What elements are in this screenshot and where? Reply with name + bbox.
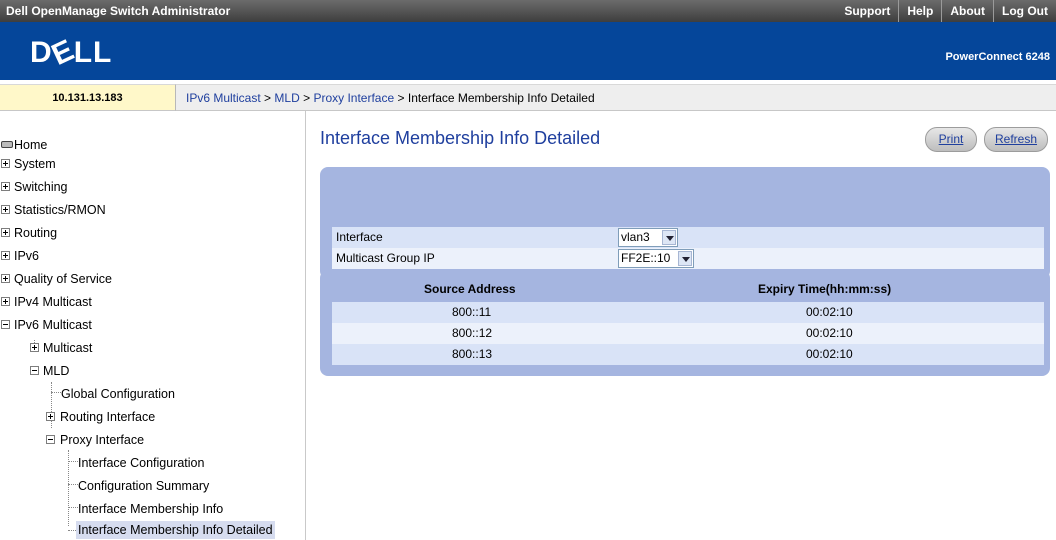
expand-plus-icon[interactable] [1, 159, 10, 168]
multicast-group-select[interactable]: FF2E::10 [618, 249, 694, 268]
logout-link[interactable]: Log Out [993, 0, 1056, 22]
expand-plus-icon[interactable] [1, 228, 10, 237]
nav-item-global-configuration[interactable]: Global Configuration [0, 385, 240, 403]
collapse-minus-icon[interactable] [30, 366, 39, 375]
nav-item-statistics-rmon[interactable]: Statistics/RMON [0, 201, 200, 219]
nav-item-label: Multicast [43, 341, 93, 355]
nav-item-label: IPv6 Multicast [14, 318, 92, 332]
nav-item-multicast[interactable]: Multicast [0, 339, 200, 357]
source-address-cell: 800::12 [452, 326, 493, 340]
nav-item-label: Interface Configuration [78, 456, 205, 470]
nav-item-label: Interface Membership Info [78, 502, 224, 516]
source-address-cell: 800::13 [452, 347, 493, 361]
nav-item-label: MLD [43, 364, 70, 378]
expand-plus-icon[interactable] [1, 182, 10, 191]
breadcrumb-current: Interface Membership Info Detailed [407, 91, 595, 105]
support-link[interactable]: Support [836, 0, 898, 22]
nav-item-label: IPv4 Multicast [14, 295, 92, 309]
column-header-expiry-time: Expiry Time(hh:mm:ss) [758, 282, 892, 296]
table-row: 800::13 00:02:10 [332, 344, 1044, 365]
nav-item-proxy-interface[interactable]: Proxy Interface [0, 431, 240, 449]
top-links: Support Help About Log Out [836, 0, 1056, 22]
interface-select[interactable]: vlan3 [618, 228, 678, 247]
nav-item-label: Proxy Interface [60, 433, 145, 447]
nav-item-ipv4-multicast[interactable]: IPv4 Multicast [0, 293, 200, 311]
source-address-cell: 800::11 [452, 305, 492, 319]
nav-item-quality-of-service[interactable]: Quality of Service [0, 270, 200, 288]
nav-item-label: Routing Interface [60, 410, 156, 424]
breadcrumb-ipv6-multicast[interactable]: IPv6 Multicast [186, 91, 261, 105]
breadcrumb-proxy-interface[interactable]: Proxy Interface [313, 91, 394, 105]
column-header-source-address: Source Address [424, 282, 516, 296]
expand-plus-icon[interactable] [46, 412, 55, 421]
nav-item-interface-membership-info-detailed[interactable]: Interface Membership Info Detailed [0, 521, 300, 539]
breadcrumb-separator: > [397, 91, 405, 105]
nav-item-label: Global Configuration [61, 387, 175, 401]
device-ip: 10.131.13.183 [0, 84, 176, 111]
expiry-time-cell: 00:02:10 [806, 305, 853, 319]
nav-item-label: Switching [14, 180, 68, 194]
expand-plus-icon[interactable] [1, 251, 10, 260]
nav-item-label: Routing [14, 226, 58, 240]
nav-item-system[interactable]: System [0, 155, 200, 173]
print-button[interactable]: Print [925, 127, 977, 152]
expiry-time-cell: 00:02:10 [806, 326, 853, 340]
nav-item-label: Quality of Service [14, 272, 112, 286]
dropdown-arrow-icon[interactable] [662, 230, 676, 245]
product-model: PowerConnect 6248 [945, 51, 1050, 63]
expand-plus-icon[interactable] [1, 274, 10, 283]
collapse-minus-icon[interactable] [1, 320, 10, 329]
interface-label: Interface [336, 230, 383, 244]
breadcrumb-mld[interactable]: MLD [274, 91, 299, 105]
nav-item-ipv6[interactable]: IPv6 [0, 247, 200, 265]
multicast-group-label: Multicast Group IP [336, 251, 435, 265]
multicast-group-select-value: FF2E::10 [621, 251, 671, 265]
expiry-time-cell: 00:02:10 [806, 347, 853, 361]
breadcrumb: IPv6 Multicast > MLD > Proxy Interface >… [176, 84, 1056, 111]
nav-item-mld[interactable]: MLD [0, 362, 200, 380]
home-icon [1, 141, 13, 148]
nav-item-interface-membership-info[interactable]: Interface Membership Info [0, 500, 260, 518]
dell-logo: DELL [30, 33, 113, 72]
app-title: Dell OpenManage Switch Administrator [6, 4, 231, 18]
nav-item-configuration-summary[interactable]: Configuration Summary [0, 477, 260, 495]
breadcrumb-separator: > [264, 91, 272, 105]
help-link[interactable]: Help [898, 0, 941, 22]
nav-item-label: IPv6 [14, 249, 40, 263]
nav-item-switching[interactable]: Switching [0, 178, 200, 196]
breadcrumb-separator: > [303, 91, 311, 105]
expand-plus-icon[interactable] [1, 205, 10, 214]
expand-plus-icon[interactable] [30, 343, 39, 352]
brand-bar: DELL PowerConnect 6248 [0, 22, 1056, 80]
nav-home[interactable]: Home [0, 136, 200, 154]
table-row: 800::12 00:02:10 [332, 323, 1044, 344]
nav-item-routing[interactable]: Routing [0, 224, 200, 242]
title-bar: Dell OpenManage Switch Administrator Sup… [0, 0, 1056, 22]
sidebar-nav: Home System Switching Statistics/RMON Ro… [0, 111, 306, 540]
nav-item-routing-interface[interactable]: Routing Interface [0, 408, 240, 426]
interface-select-value: vlan3 [621, 230, 650, 244]
page-title: Interface Membership Info Detailed [320, 128, 601, 148]
interface-row: Interface vlan3 [332, 227, 1044, 248]
refresh-button[interactable]: Refresh [984, 127, 1048, 152]
nav-item-ipv6-multicast[interactable]: IPv6 Multicast [0, 316, 200, 334]
nav-item-interface-configuration[interactable]: Interface Configuration [0, 454, 260, 472]
collapse-minus-icon[interactable] [46, 435, 55, 444]
nav-item-label: Statistics/RMON [14, 203, 106, 217]
nav-item-label: Interface Membership Info Detailed [76, 521, 275, 539]
dropdown-arrow-icon[interactable] [678, 251, 692, 266]
about-link[interactable]: About [941, 0, 993, 22]
nav-home-label: Home [14, 138, 48, 152]
multicast-group-row: Multicast Group IP FF2E::10 [332, 248, 1044, 269]
table-row: 800::11 00:02:10 [332, 302, 1044, 323]
expand-plus-icon[interactable] [1, 297, 10, 306]
table-header: Source Address Expiry Time(hh:mm:ss) [332, 279, 1044, 301]
nav-item-label: System [14, 157, 56, 171]
nav-item-label: Configuration Summary [78, 479, 210, 493]
